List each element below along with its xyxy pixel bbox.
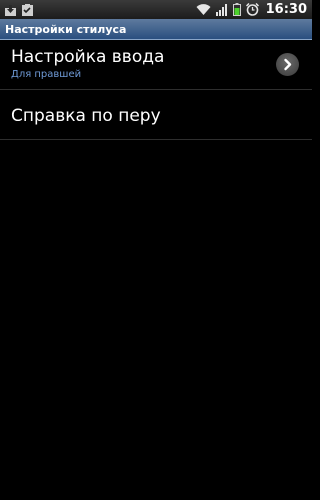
- battery-icon: [232, 3, 241, 16]
- list-item-title: Настройка ввода: [11, 47, 165, 67]
- clock: 16:30: [265, 2, 307, 17]
- page-title: Настройки стилуса: [5, 22, 127, 36]
- status-bar: 16:30: [0, 0, 312, 19]
- settings-list: Настройка ввода Для правшей Справка по п…: [0, 40, 312, 140]
- system-icons: 16:30: [196, 2, 312, 17]
- list-item-input-settings[interactable]: Настройка ввода Для правшей: [0, 40, 312, 90]
- alarm-icon: [245, 3, 259, 16]
- clipboard-check-icon: [22, 3, 33, 16]
- chevron-right-icon[interactable]: [276, 53, 299, 76]
- signal-icon: [215, 3, 227, 16]
- chevron-right-glyph: [284, 58, 292, 71]
- download-icon: [5, 4, 16, 16]
- list-item-subtitle: Для правшей: [11, 69, 82, 80]
- notification-icons: [0, 3, 33, 16]
- title-bar: Настройки стилуса: [0, 19, 312, 40]
- wifi-icon: [196, 3, 211, 15]
- list-item-pen-help[interactable]: Справка по перу: [0, 90, 312, 140]
- list-item-title: Справка по перу: [11, 106, 161, 126]
